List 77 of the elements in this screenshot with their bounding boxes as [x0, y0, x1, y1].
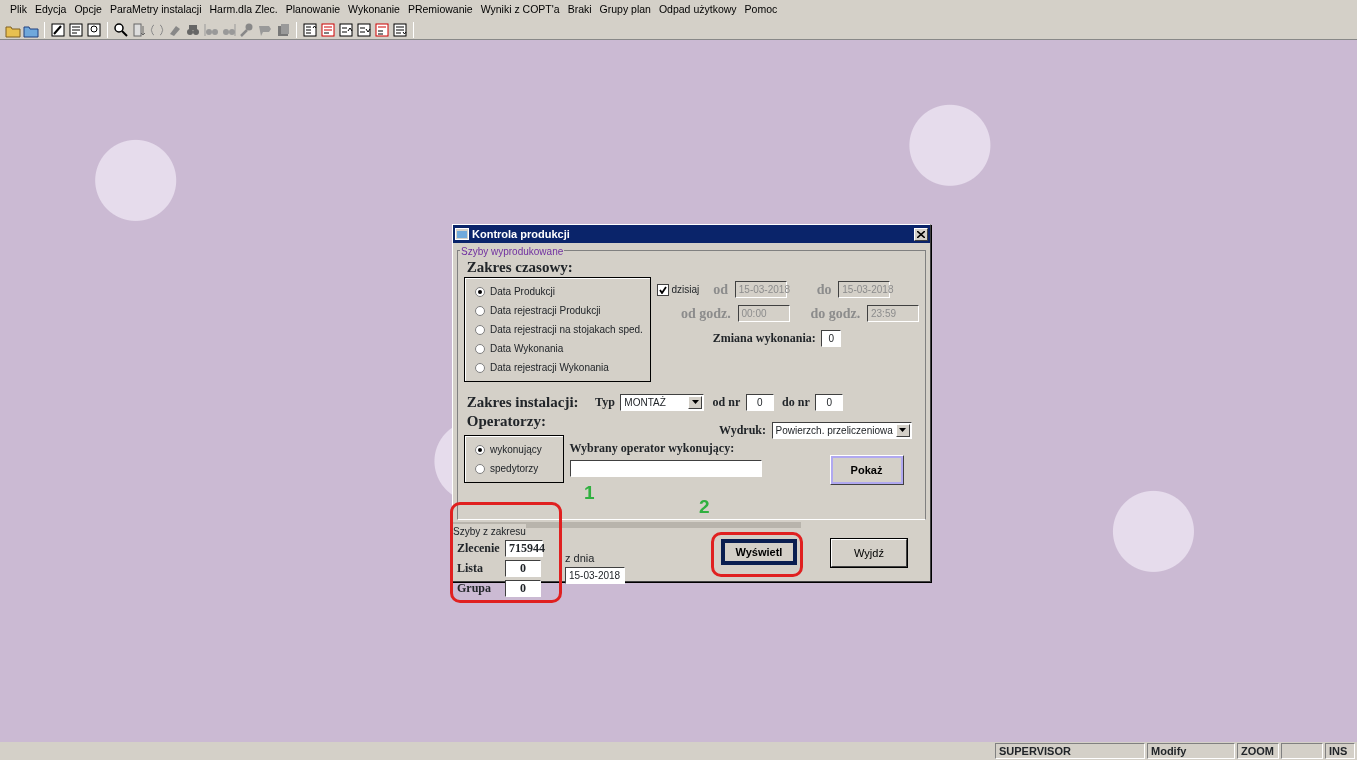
window-icon: [455, 228, 469, 240]
number-field[interactable]: 715944: [505, 539, 543, 557]
field-label: z dnia: [565, 551, 596, 566]
form-icon[interactable]: [50, 21, 66, 38]
search-icon[interactable]: [113, 21, 129, 38]
menu-item[interactable]: Wykonanie: [344, 2, 404, 18]
exit-button[interactable]: Wyjdź: [831, 539, 907, 567]
menu-item[interactable]: ParaMetry instalacji: [105, 2, 206, 18]
dropdown-caret-icon: [691, 400, 699, 404]
menu-item[interactable]: Planowanie: [281, 2, 345, 18]
show-button[interactable]: Pokaż: [829, 455, 904, 485]
sort-icon[interactable]: [356, 21, 372, 38]
group-label: Szyby z zakresu: [453, 524, 526, 539]
section-heading: Operatorzy:: [466, 413, 547, 429]
sort-icon[interactable]: [302, 21, 318, 38]
magnifier-icon[interactable]: [86, 21, 102, 38]
status-text: INS: [1325, 743, 1355, 759]
menu-item[interactable]: Wyniki z COPT'a: [476, 2, 564, 18]
status-text: ZOOM: [1237, 743, 1279, 759]
status-panel: [1281, 743, 1323, 759]
radio-option[interactable]: wykonujący: [475, 440, 563, 459]
date-field[interactable]: 15-03-2018: [565, 566, 625, 584]
number-field[interactable]: 0: [815, 393, 844, 411]
radio-option[interactable]: Data Produkcji: [475, 282, 651, 301]
menu-item[interactable]: Grupy plan: [595, 2, 655, 18]
radio-option[interactable]: Data rejestracji Produkcji: [475, 301, 651, 320]
field-label: od nr: [712, 394, 741, 411]
radio-option[interactable]: Data Wykonania: [475, 339, 651, 358]
check-icon: [658, 285, 667, 294]
radio-option[interactable]: spedytorzy: [475, 459, 563, 478]
menu-item[interactable]: Harm.dla Zlec.: [205, 2, 282, 18]
field-label: Wydruk:: [719, 422, 766, 439]
group-label: Szyby wyprodukowane: [460, 244, 565, 259]
dropdown-caret-icon: [899, 428, 906, 432]
annotation-number: 1: [584, 483, 595, 503]
radio-option[interactable]: Data rejestracji Wykonania: [475, 358, 651, 377]
field-label: Grupa: [457, 580, 492, 597]
printout-dropdown[interactable]: Powierzch. przeliczeniowa: [771, 421, 912, 439]
number-field[interactable]: 0: [745, 393, 774, 411]
sort-icon[interactable]: [392, 21, 408, 38]
section-heading: Zakres czasowy:: [466, 259, 574, 275]
field-label: do: [815, 281, 832, 299]
close-button[interactable]: [914, 227, 928, 241]
menu-item[interactable]: Edycja: [30, 2, 71, 18]
menu-item[interactable]: Pomoc: [740, 2, 782, 18]
menu-item[interactable]: Opcje: [70, 2, 106, 18]
close-icon: [917, 230, 925, 238]
field-label: Lista: [457, 560, 484, 577]
field-label: Typ: [595, 394, 615, 411]
field-label: od godz.: [679, 304, 731, 323]
stack-icon[interactable]: [275, 21, 291, 38]
display-button[interactable]: Wyświetl: [721, 539, 797, 565]
type-dropdown[interactable]: MONTAŻ: [620, 393, 705, 411]
status-text: Modify: [1147, 743, 1235, 759]
number-field[interactable]: 0: [821, 329, 842, 347]
window-title: Kontrola produkcji: [472, 226, 570, 242]
number-field[interactable]: 0: [505, 559, 541, 577]
field-label: Zlecenie: [457, 540, 501, 557]
radio-option[interactable]: Data rejestracji na stojakach sped.: [475, 320, 651, 339]
bracket-icon[interactable]: [149, 21, 165, 38]
operator-field[interactable]: [569, 459, 762, 477]
field-label: Wybrany operator wykonujący:: [569, 440, 736, 457]
number-field[interactable]: 0: [505, 579, 541, 597]
status-text: SUPERVISOR: [995, 743, 1145, 759]
sort-icon[interactable]: [338, 21, 354, 38]
section-heading: Zakres instalacji:: [466, 394, 579, 410]
menu-item[interactable]: PRemiowanie: [403, 2, 477, 18]
menu-item[interactable]: Braki: [563, 2, 596, 18]
field-label: do nr: [782, 394, 810, 411]
checkbox[interactable]: dzisiaj: [656, 282, 700, 297]
key-icon[interactable]: [239, 21, 255, 38]
field-label: do godz.: [809, 304, 861, 323]
menu-item[interactable]: Odpad użytkowy: [654, 2, 741, 18]
menu-item[interactable]: Plik: [6, 2, 31, 18]
field-label: od: [712, 281, 729, 299]
field-label: Zmiana wykonania:: [712, 330, 816, 348]
annotation-number: 2: [699, 497, 710, 517]
